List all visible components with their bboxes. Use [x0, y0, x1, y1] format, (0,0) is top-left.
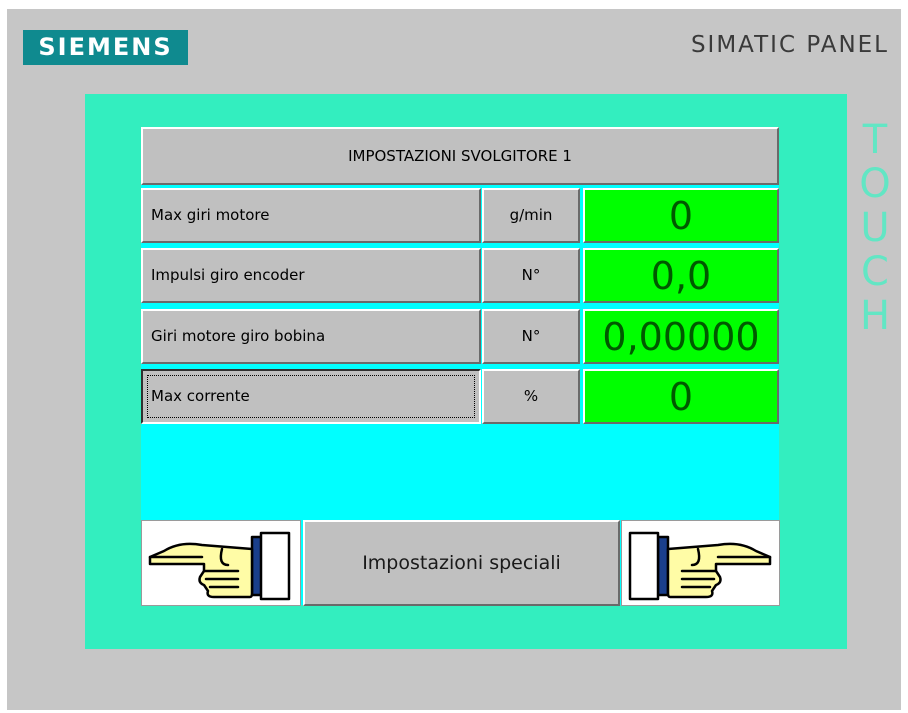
row-label-impulsi-giro-encoder[interactable]: Impulsi giro encoder: [141, 248, 481, 303]
value-field-impulsi-giro-encoder[interactable]: 0,0: [583, 248, 779, 303]
hand-pointing-right-icon: [628, 531, 772, 601]
touch-letter: T: [862, 117, 888, 163]
row-unit: g/min: [482, 188, 580, 243]
value-field-max-corrente[interactable]: 0: [583, 369, 779, 424]
panel-model-label: SIMATIC PANEL: [690, 32, 889, 58]
touch-letter: O: [859, 161, 891, 207]
touch-label: T O U C H: [853, 118, 897, 338]
row-label-giri-motore-giro-bobina[interactable]: Giri motore giro bobina: [141, 309, 481, 364]
siemens-logo: SIEMENS: [23, 30, 188, 65]
row-unit: N°: [482, 309, 580, 364]
previous-screen-button[interactable]: [141, 520, 301, 606]
touch-letter: U: [860, 205, 890, 251]
value-field-giri-motore-giro-bobina[interactable]: 0,00000: [583, 309, 779, 364]
focus-ring: [147, 375, 475, 418]
row-unit: %: [482, 369, 580, 424]
screen-title: IMPOSTAZIONI SVOLGITORE 1: [141, 127, 779, 185]
special-settings-button[interactable]: Impostazioni speciali: [303, 520, 620, 606]
touch-letter: H: [859, 293, 891, 339]
row-label-max-corrente[interactable]: Max corrente: [141, 369, 481, 424]
hand-pointing-left-icon: [148, 531, 291, 601]
next-screen-button[interactable]: [621, 520, 780, 606]
row-unit: N°: [482, 248, 580, 303]
row-label-max-giri-motore[interactable]: Max giri motore: [141, 188, 481, 243]
touch-letter: C: [861, 249, 889, 295]
value-field-max-giri-motore[interactable]: 0: [583, 188, 779, 243]
